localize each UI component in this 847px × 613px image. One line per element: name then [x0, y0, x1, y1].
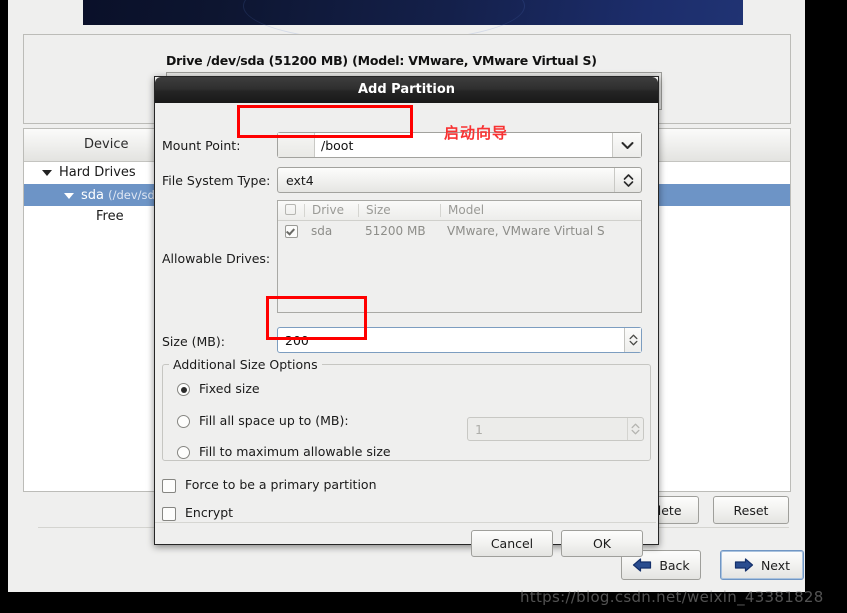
ok-button[interactable]: OK: [561, 530, 643, 557]
next-button-label: Next: [760, 557, 791, 573]
checkbox-force-primary[interactable]: Force to be a primary partition: [162, 477, 377, 493]
arrow-right-icon: [734, 558, 754, 572]
arrow-left-icon: [632, 558, 652, 572]
radio-fill-all-space[interactable]: Fill all space up to (MB):: [177, 413, 349, 428]
fill-spinner-arrows-icon[interactable]: [627, 418, 643, 440]
column-header-select[interactable]: [278, 204, 304, 217]
size-spinbox[interactable]: 200: [277, 327, 642, 353]
chevron-updown-icon[interactable]: [614, 168, 641, 192]
drive-row-name: sda: [311, 224, 333, 238]
radio-fill-maximum-icon[interactable]: [177, 446, 190, 459]
size-label: Size (MB):: [162, 334, 225, 349]
size-input-value[interactable]: 200: [278, 333, 624, 348]
size-spinner-arrows-icon[interactable]: [624, 328, 641, 352]
file-system-type-row: ext4: [277, 167, 642, 193]
checkbox-encrypt-icon[interactable]: [162, 506, 176, 521]
checkbox-encrypt[interactable]: Encrypt: [162, 505, 233, 521]
file-system-type-select[interactable]: ext4: [277, 167, 642, 193]
radio-fixed-size-label: Fixed size: [199, 381, 260, 396]
drive-row-checkbox-cell[interactable]: [278, 224, 304, 238]
expander-triangle-icon[interactable]: [42, 169, 52, 176]
tree-item-sda-label: sda: [81, 188, 104, 203]
radio-fixed-size-icon[interactable]: [177, 383, 190, 396]
drive-row-size: 51200 MB: [365, 224, 426, 238]
mount-point-button-pad[interactable]: [278, 133, 315, 157]
allowable-drives-list[interactable]: Drive Size Model sda 51200 MB VMware, VM…: [277, 200, 642, 313]
installer-banner: [83, 0, 743, 42]
checkbox-force-primary-icon[interactable]: [162, 478, 176, 493]
allowable-drives-header: Drive Size Model: [278, 201, 641, 221]
radio-fill-maximum-label: Fill to maximum allowable size: [199, 444, 391, 459]
select-all-checkbox-icon[interactable]: [285, 204, 296, 215]
drive-title-label: Drive /dev/sda (51200 MB) (Model: VMware…: [166, 53, 597, 68]
expander-triangle-icon[interactable]: [64, 192, 74, 199]
drive-checkbox-icon[interactable]: [285, 225, 298, 238]
back-button-label: Back: [659, 557, 690, 573]
file-system-type-value: ext4: [286, 172, 314, 188]
cancel-button[interactable]: Cancel: [471, 530, 553, 557]
allowable-drives-label: Allowable Drives:: [162, 251, 271, 266]
column-header-model[interactable]: Model: [440, 204, 641, 217]
dialog-title-bar: Add Partition: [155, 77, 658, 103]
fill-up-to-spinbox[interactable]: 1: [467, 417, 644, 441]
add-partition-dialog: Add Partition Mount Point: /boot File Sy…: [154, 76, 659, 557]
column-header-size[interactable]: Size: [358, 204, 440, 217]
mount-point-label: Mount Point:: [162, 138, 241, 153]
checkbox-encrypt-label: Encrypt: [185, 505, 234, 520]
next-button[interactable]: Next: [720, 550, 804, 580]
radio-fill-maximum[interactable]: Fill to maximum allowable size: [177, 444, 391, 459]
column-header-drive[interactable]: Drive: [304, 204, 358, 217]
radio-fixed-size[interactable]: Fixed size: [177, 381, 260, 396]
size-row: 200: [277, 327, 642, 353]
dialog-body: Mount Point: /boot File System Type: ext…: [155, 103, 658, 557]
watermark-text: https://blog.csdn.net/weixin_43381828: [520, 588, 824, 606]
checkbox-force-primary-label: Force to be a primary partition: [185, 477, 377, 492]
tree-item-hard-drives-label: Hard Drives: [59, 165, 136, 180]
chevron-down-icon[interactable]: [612, 133, 641, 157]
fill-up-to-value[interactable]: 1: [468, 422, 627, 437]
allowable-drives-row[interactable]: sda 51200 MB VMware, VMware Virtual S: [278, 221, 641, 241]
column-header-device[interactable]: Device: [84, 137, 128, 152]
drive-row-model: VMware, VMware Virtual S: [447, 224, 605, 238]
reset-button[interactable]: Reset: [713, 496, 789, 524]
radio-fill-all-space-label: Fill all space up to (MB):: [199, 413, 349, 428]
tree-item-free-label: Free: [96, 209, 124, 224]
dialog-footer-separator: [155, 522, 656, 523]
annotation-note-text: 启动向导: [444, 124, 509, 142]
radio-fill-all-space-icon[interactable]: [177, 415, 190, 428]
additional-size-options-legend: Additional Size Options: [169, 357, 322, 372]
file-system-type-label: File System Type:: [162, 173, 271, 188]
